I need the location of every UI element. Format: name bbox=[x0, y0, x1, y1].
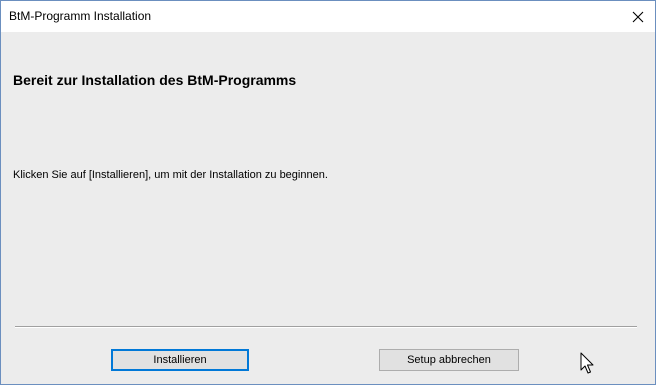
install-button[interactable]: Installieren bbox=[111, 349, 249, 371]
title-bar: BtM-Programm Installation bbox=[1, 1, 655, 32]
cancel-setup-button[interactable]: Setup abbrechen bbox=[379, 349, 519, 371]
divider bbox=[15, 326, 637, 328]
instruction-text: Klicken Sie auf [Installieren], um mit d… bbox=[13, 169, 328, 181]
installer-dialog: BtM-Programm Installation Bereit zur Ins… bbox=[0, 0, 656, 385]
mouse-pointer-icon bbox=[580, 352, 596, 376]
page-heading: Bereit zur Installation des BtM-Programm… bbox=[13, 72, 297, 88]
window-title: BtM-Programm Installation bbox=[9, 9, 152, 23]
close-button[interactable] bbox=[621, 1, 655, 32]
close-icon bbox=[632, 11, 644, 22]
